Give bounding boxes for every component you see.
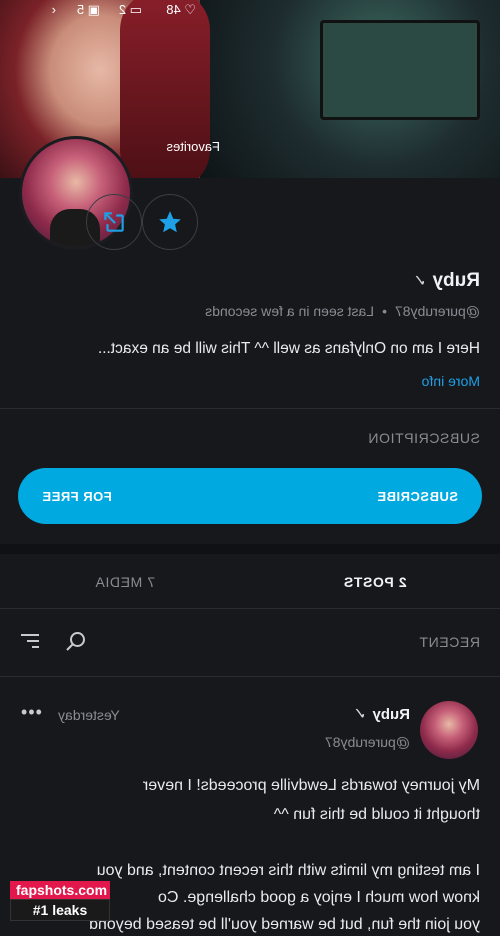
photo-icon: ▣ [87,2,100,17]
tab-media-label: 7 MEDIA [94,573,156,590]
favorite-star-button[interactable] [142,194,198,250]
post-time: Yesterday [58,707,120,723]
post-text-line: thought it could be this fun ^^ [273,806,480,823]
profile-meta: @pureruby87 • Last seen in a few seconds [205,303,480,319]
status-likes: ♡ 48 [166,2,196,17]
post-author-handle: @pureruby87 [324,734,410,750]
post-text-line: I am testing my limits with this recent … [96,862,480,879]
search-icon[interactable] [64,629,88,653]
watermark-tagline: #1 leaks [10,899,110,921]
post-author: Ruby ✓ [353,704,410,724]
subscribe-button[interactable]: SUBSCRIBE FOR FREE [18,468,482,524]
status-back-icon: ‹ [51,2,56,17]
post-text-line: My journey towards Lewdville proceeds! I… [142,777,480,794]
filter-icon[interactable] [18,629,42,653]
profile-tabs: 2 POSTS 7 MEDIA [0,555,500,609]
post-author-name: Ruby [372,705,411,723]
more-info-link[interactable]: More info [422,373,480,389]
meta-separator: • [382,303,387,319]
share-icon [101,209,127,235]
feed-tools [18,629,88,653]
star-icon [157,209,183,235]
tab-media[interactable]: 7 MEDIA [0,555,250,608]
post-more-menu[interactable]: ••• [20,702,42,723]
watermark-site: fapshots.com [10,881,110,899]
profile-bio: Here I am on Onlyfans as well ^^ This wi… [97,340,480,357]
post-avatar[interactable] [420,701,478,759]
profile-handle: @pureruby87 [394,303,480,319]
last-seen: Last seen in a few seconds [205,303,375,319]
profile-name-row: Ruby ✓ [413,270,480,292]
verified-icon: ✓ [353,706,367,723]
divider [0,408,500,409]
share-button[interactable] [86,194,142,250]
subscribe-label: SUBSCRIBE [376,488,458,504]
subscription-title: SUBSCRIPTION [367,430,480,446]
profile-name: Ruby [432,270,481,291]
verified-icon: ✓ [413,273,427,290]
tab-posts[interactable]: 2 POSTS [250,555,500,608]
status-photos: ▣ 5 [76,2,100,17]
favorites-label: Favorites [166,139,220,154]
heart-icon: ♡ [184,2,196,17]
mirrored-profile-screen: ‹ ▣ 5 ▭ 2 ♡ 48 Favorites Ruby ✓ @purerub… [0,0,500,936]
feed-title: RECENT [418,634,480,650]
video-icon: ▭ [129,2,142,17]
divider [0,676,500,677]
watermark: fapshots.com #1 leaks [10,881,110,921]
tab-posts-label: 2 POSTS [343,573,407,590]
subscribe-price: FOR FREE [42,488,112,504]
status-videos: ▭ 2 [118,2,142,17]
section-gap [0,544,500,554]
cover-monitor [320,20,480,120]
